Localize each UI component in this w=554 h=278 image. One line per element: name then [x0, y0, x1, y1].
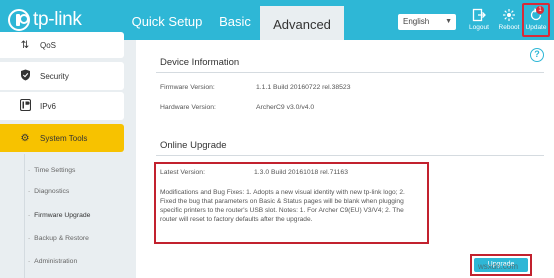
shield-icon	[18, 69, 32, 84]
latest-version-value: 1.3.0 Build 20161018 rel.71163	[254, 169, 348, 176]
gear-icon: ⚙	[20, 132, 30, 144]
sidebar-item-system-tools[interactable]: ⚙ System Tools	[0, 124, 124, 152]
tab-basic[interactable]: Basic	[212, 0, 258, 40]
sidebar-subitem-firmware-upgrade[interactable]: Firmware Upgrade	[28, 212, 90, 219]
sidebar-item-label: QoS	[40, 40, 57, 50]
device-information-title: Device Information	[160, 57, 240, 68]
sidebar-item-label: IPv6	[40, 101, 57, 111]
language-select[interactable]: English ▼	[398, 14, 456, 30]
reboot-label: Reboot	[498, 24, 520, 31]
sidebar-item-security[interactable]: Security	[0, 62, 124, 90]
section-divider	[156, 72, 544, 73]
sidebar-subitem-time-settings[interactable]: Time Settings	[28, 167, 75, 174]
hardware-version-label: Hardware Version:	[160, 104, 216, 111]
firmware-version-value: 1.1.1 Build 20160722 rel.38523	[256, 84, 351, 91]
watermark: wsxdn.com	[478, 262, 519, 271]
ipv6-icon	[18, 98, 32, 114]
sidebar-subitem-diagnostics[interactable]: Diagnostics	[28, 188, 69, 195]
logout-icon	[472, 8, 486, 22]
tp-link-logo[interactable]: tp-link	[8, 9, 82, 31]
release-notes: Modifications and Bug Fixes: 1. Adopts a…	[160, 189, 405, 223]
chevron-down-icon: ▼	[445, 18, 452, 25]
reboot-button[interactable]: Reboot	[494, 8, 524, 36]
brand-name: tp-link	[33, 9, 82, 30]
help-icon[interactable]: ?	[530, 48, 544, 62]
update-count-badge: 1	[536, 6, 544, 14]
reboot-icon	[503, 9, 515, 21]
sidebar-item-label: System Tools	[40, 133, 88, 143]
update-label: Update	[525, 24, 547, 31]
logout-label: Logout	[469, 24, 489, 31]
hardware-version-value: ArcherC9 v3.0/v4.0	[256, 104, 315, 111]
tab-advanced[interactable]: Advanced	[260, 6, 344, 40]
submenu-divider	[24, 154, 25, 278]
main-content: ? Device Information Firmware Version: 1…	[136, 40, 554, 278]
qos-icon: ⇅	[20, 39, 30, 51]
tp-link-logo-icon	[8, 9, 30, 31]
language-selected-value: English	[403, 17, 430, 26]
section-divider	[156, 155, 544, 156]
firmware-version-label: Firmware Version:	[160, 84, 215, 91]
sidebar-subitem-administration[interactable]: Administration	[28, 258, 77, 265]
logout-button[interactable]: Logout	[464, 8, 494, 36]
online-upgrade-title: Online Upgrade	[160, 140, 227, 151]
sidebar-item-label: Security	[40, 71, 69, 81]
tab-quick-setup[interactable]: Quick Setup	[129, 0, 205, 40]
sidebar: ⇅ QoS Security IPv6 ⚙ System Tools Time …	[0, 32, 130, 278]
latest-version-box: Latest Version: 1.3.0 Build 20161018 rel…	[154, 162, 429, 244]
sidebar-subitem-backup-restore[interactable]: Backup & Restore	[28, 235, 89, 242]
sidebar-item-ipv6[interactable]: IPv6	[0, 92, 124, 120]
latest-version-label: Latest Version:	[160, 169, 205, 176]
sidebar-item-qos[interactable]: ⇅ QoS	[0, 32, 124, 58]
update-button[interactable]: 1 Update	[522, 3, 550, 37]
